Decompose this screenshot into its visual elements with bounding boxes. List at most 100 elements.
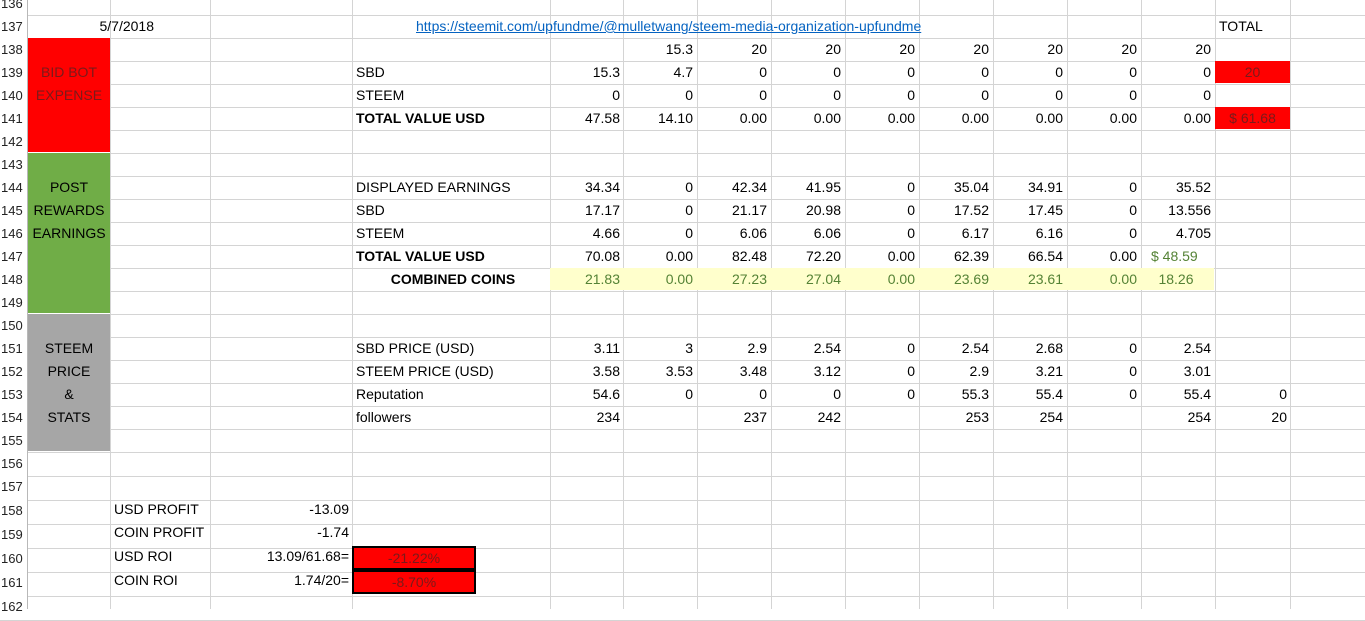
value-cell[interactable]: 17.45 (993, 199, 1063, 222)
value-cell[interactable]: 0 (1067, 199, 1137, 222)
row-number[interactable]: 156 (1, 452, 27, 475)
value-cell[interactable]: 3.53 (623, 360, 693, 383)
value-cell[interactable]: 72.20 (771, 245, 841, 268)
value-cell[interactable]: 0.00 (845, 268, 915, 291)
row-number[interactable]: 161 (1, 571, 27, 594)
row-number[interactable]: 152 (1, 360, 27, 383)
row-number[interactable]: 143 (1, 153, 27, 176)
row-number[interactable]: 146 (1, 222, 27, 245)
value-cell[interactable]: 0 (1067, 61, 1137, 84)
extra-cell[interactable]: 20 (1215, 406, 1287, 429)
value-cell[interactable]: 0 (993, 84, 1063, 107)
value-cell[interactable]: 55.4 (993, 383, 1063, 406)
value-cell[interactable]: 0 (623, 222, 693, 245)
row-number[interactable]: 145 (1, 199, 27, 222)
value-cell[interactable]: 6.06 (771, 222, 841, 245)
bid-top-cell[interactable]: 15.3 (623, 38, 693, 61)
value-cell[interactable]: 0 (1067, 383, 1137, 406)
value-cell[interactable]: 47.58 (550, 107, 620, 130)
value-cell[interactable]: 21.83 (550, 268, 620, 291)
value-cell[interactable]: 237 (697, 406, 767, 429)
row-number[interactable]: 144 (1, 176, 27, 199)
value-cell[interactable]: 242 (771, 406, 841, 429)
value-cell[interactable]: 0 (771, 383, 841, 406)
value-cell[interactable]: 254 (993, 406, 1063, 429)
bid-top-cell[interactable]: 20 (919, 38, 989, 61)
row-number[interactable]: 136 (1, 0, 27, 15)
value-cell[interactable]: 0 (771, 61, 841, 84)
row-label[interactable]: STEEM (356, 222, 546, 245)
value-cell[interactable]: 15.3 (550, 61, 620, 84)
row-label[interactable]: SBD (356, 199, 546, 222)
value-cell[interactable]: 234 (550, 406, 620, 429)
value-cell[interactable]: 0 (845, 176, 915, 199)
value-cell[interactable]: 42.34 (697, 176, 767, 199)
row-number[interactable]: 151 (1, 337, 27, 360)
value-cell[interactable]: 2.68 (993, 337, 1063, 360)
row-label[interactable]: DISPLAYED EARNINGS (356, 176, 546, 199)
row-number[interactable]: 140 (1, 84, 27, 107)
roi-result[interactable]: -21.22% (352, 546, 476, 570)
value-cell[interactable]: 0 (845, 84, 915, 107)
value-cell[interactable]: 0 (1067, 222, 1137, 245)
value-cell[interactable]: 23.61 (993, 268, 1063, 291)
value-cell[interactable]: 0.00 (697, 107, 767, 130)
row-label[interactable]: TOTAL VALUE USD (356, 245, 546, 268)
row-number[interactable]: 162 (1, 595, 27, 618)
row-number[interactable]: 142 (1, 130, 27, 153)
value-cell[interactable]: 3.48 (697, 360, 767, 383)
value-cell[interactable]: 6.06 (697, 222, 767, 245)
row-number[interactable]: 158 (1, 499, 27, 522)
value-cell[interactable]: 3.01 (1141, 360, 1211, 383)
value-cell[interactable]: 70.08 (550, 245, 620, 268)
value-cell[interactable]: 3.11 (550, 337, 620, 360)
value-cell[interactable]: 0 (845, 337, 915, 360)
value-cell[interactable]: 18.26 (1141, 268, 1211, 291)
value-cell[interactable]: 54.6 (550, 383, 620, 406)
value-cell[interactable]: 2.9 (919, 360, 989, 383)
row-number[interactable]: 147 (1, 245, 27, 268)
value-cell[interactable]: 0 (845, 360, 915, 383)
row-number[interactable]: 157 (1, 475, 27, 498)
value-cell[interactable]: 14.10 (623, 107, 693, 130)
bid-top-cell[interactable]: 20 (1067, 38, 1137, 61)
value-cell[interactable]: 4.7 (623, 61, 693, 84)
value-cell[interactable]: 17.52 (919, 199, 989, 222)
value-cell[interactable]: 0 (845, 61, 915, 84)
row-label[interactable]: SBD (356, 61, 546, 84)
row-number[interactable]: 150 (1, 314, 27, 337)
value-cell[interactable]: 6.16 (993, 222, 1063, 245)
summary-value[interactable]: 1.74/20= (210, 569, 349, 592)
summary-label[interactable]: COIN PROFIT (114, 521, 209, 544)
value-cell[interactable]: 20.98 (771, 199, 841, 222)
value-cell[interactable]: 27.23 (697, 268, 767, 291)
value-cell[interactable] (1067, 406, 1137, 429)
value-cell[interactable]: 3.58 (550, 360, 620, 383)
bid-top-cell[interactable]: 20 (697, 38, 767, 61)
bid-top-cell[interactable] (550, 38, 620, 61)
value-cell[interactable]: 0.00 (1067, 107, 1137, 130)
row-number[interactable]: 154 (1, 406, 27, 429)
value-cell[interactable]: 3.21 (993, 360, 1063, 383)
row-number[interactable]: 148 (1, 268, 27, 291)
value-cell[interactable]: 0 (1067, 337, 1137, 360)
value-cell[interactable]: 2.9 (697, 337, 767, 360)
value-cell[interactable]: 21.17 (697, 199, 767, 222)
value-cell[interactable]: 0 (919, 61, 989, 84)
value-cell[interactable]: 4.66 (550, 222, 620, 245)
value-cell[interactable]: $ 48.59 (1141, 245, 1221, 268)
total-header[interactable]: TOTAL (1219, 15, 1289, 38)
value-cell[interactable]: 0 (697, 61, 767, 84)
value-cell[interactable]: 0 (993, 61, 1063, 84)
row-label[interactable]: STEEM PRICE (USD) (356, 360, 546, 383)
value-cell[interactable]: 0 (623, 199, 693, 222)
value-cell[interactable]: 0.00 (623, 268, 693, 291)
value-cell[interactable]: 0.00 (623, 245, 693, 268)
value-cell[interactable]: 0.00 (919, 107, 989, 130)
bid-top-cell[interactable]: 20 (845, 38, 915, 61)
value-cell[interactable]: 0.00 (845, 107, 915, 130)
value-cell[interactable]: 0 (845, 199, 915, 222)
row-label[interactable]: Reputation (356, 383, 546, 406)
bid-top-cell[interactable]: 20 (993, 38, 1063, 61)
summary-value[interactable]: -13.09 (210, 498, 349, 521)
